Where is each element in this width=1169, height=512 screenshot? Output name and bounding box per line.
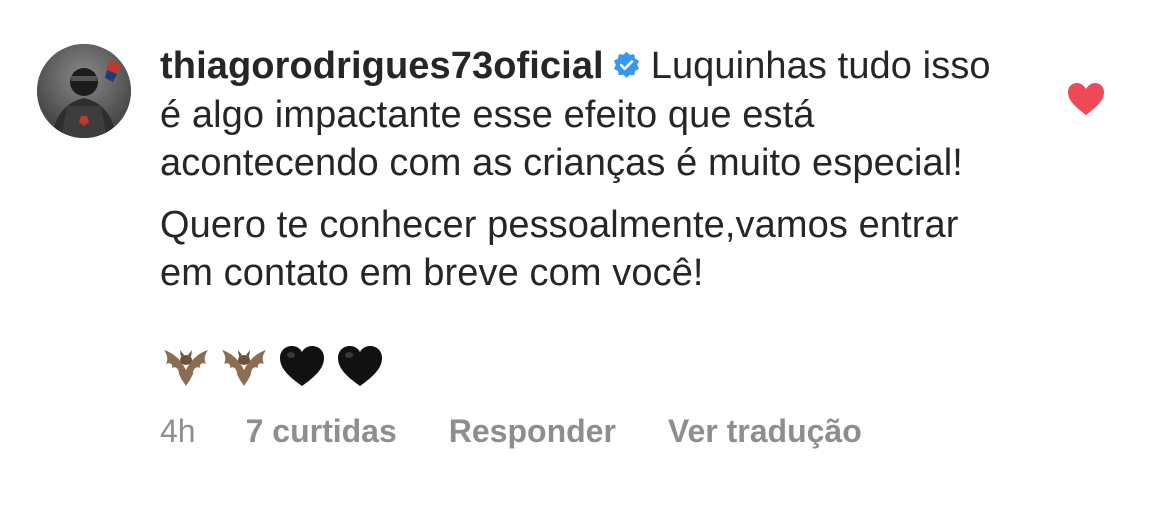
translate-button[interactable]: Ver tradução xyxy=(668,413,862,450)
reply-button[interactable]: Responder xyxy=(449,413,616,450)
black-heart-icon xyxy=(338,346,382,386)
comment-time: 4h xyxy=(160,413,196,449)
comment-meta: 4h 7 curtidas Responder Ver tradução xyxy=(160,413,862,450)
emoji-row xyxy=(160,340,386,394)
bat-emoji-icon xyxy=(222,350,266,386)
comment-text: thiagorodrigues73oficial Luquinhas tudo … xyxy=(160,42,1020,298)
comment-item: thiagorodrigues73oficial Luquinhas tudo … xyxy=(0,0,1169,512)
avatar[interactable] xyxy=(37,44,131,138)
likes-count-button[interactable]: 7 curtidas xyxy=(246,413,397,450)
avatar-image xyxy=(37,44,131,138)
verified-badge-icon xyxy=(613,51,639,78)
like-heart-icon[interactable] xyxy=(1066,81,1106,117)
black-heart-icon xyxy=(280,346,324,386)
comment-paragraph-1: thiagorodrigues73oficial Luquinhas tudo … xyxy=(160,42,1020,188)
bat-emoji-icon xyxy=(164,350,208,386)
comment-paragraph-2: Quero te conhecer pessoalmente,vamos ent… xyxy=(160,203,959,295)
username-link[interactable]: thiagorodrigues73oficial xyxy=(160,45,604,87)
